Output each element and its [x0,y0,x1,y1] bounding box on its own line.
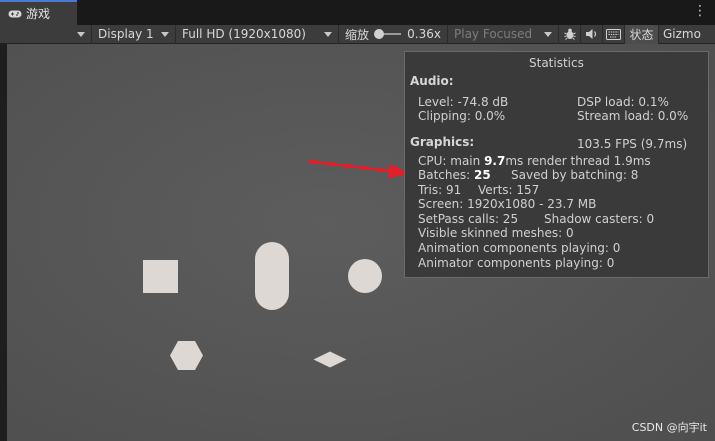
capsule-shape [255,242,289,310]
chevron-down-icon [544,31,552,37]
square-shape [143,260,178,293]
gamepad-icon [8,10,22,17]
scale-label: 缩放 [345,27,370,42]
stream-load: Stream load: 0.0% [577,109,689,123]
graphics-heading: Graphics: [410,135,475,149]
scale-value: 0.36x [407,27,441,41]
game-toolbar: Display 1 Full HD (1920x1080) 缩放 0.36x P… [0,24,715,44]
batches-stat: Batches: 25 [418,168,491,182]
speaker-icon [585,29,596,39]
resolution-dropdown[interactable]: Full HD (1920x1080) [176,24,339,44]
skinned-meshes: Visible skinned meshes: 0 [418,226,574,240]
scale-slider[interactable]: 缩放 0.36x [339,24,448,44]
audio-heading: Audio: [410,74,454,88]
fps-readout: 103.5 FPS (9.7ms) [577,137,688,151]
resolution-label: Full HD (1920x1080) [182,27,306,41]
mute-audio-button[interactable] [581,24,603,44]
cpu-prefix: CPU: main [418,154,485,168]
gizmos-dropdown[interactable]: Gizmo [659,25,705,44]
csdn-watermark: CSDN @向宇it [631,421,707,434]
statistics-panel: Statistics Audio: Level: -74.8 dB Clippi… [404,51,709,278]
batches-value: 25 [474,168,491,182]
shadow-casters: Shadow casters: 0 [544,212,655,226]
display-label: Display 1 [98,27,154,41]
hexagon-shape [170,341,203,370]
animation-components: Animation components playing: 0 [418,241,621,255]
keyboard-icon [606,28,621,40]
red-arrow-annotation [307,159,409,178]
tab-bar: 游戏 ⋮ [0,0,715,25]
stats-toggle-button[interactable]: 状态 [625,24,659,44]
play-mode-dropdown[interactable]: Play Focused [448,24,559,44]
gizmos-label: Gizmo [663,27,701,41]
cpu-main-value: 9.7 [484,154,506,168]
circle-shape [348,259,382,293]
animator-components: Animator components playing: 0 [418,256,615,270]
bug-button[interactable] [559,24,581,44]
dsp-load: DSP load: 0.1% [577,95,669,109]
game-view-dropdown[interactable] [0,24,92,44]
more-options-icon[interactable]: ⋮ [693,4,707,18]
chevron-down-icon [324,31,332,37]
audio-clipping: Clipping: 0.0% [418,109,506,123]
display-dropdown[interactable]: Display 1 [92,24,176,44]
scale-slider-handle[interactable] [374,29,385,39]
tab-game[interactable]: 游戏 [0,0,77,25]
bug-icon [563,28,576,40]
stats-toggle-label: 状态 [629,27,654,42]
statistics-title: Statistics [529,56,584,70]
diamond-shape [313,351,347,368]
audio-level: Level: -74.8 dB [418,95,509,109]
tab-label: 游戏 [26,7,51,21]
keyboard-shortcuts-button[interactable] [603,24,625,44]
screen-stat: Screen: 1920x1080 - 23.7 MB [418,197,597,211]
chevron-down-icon [77,31,85,37]
batches-prefix: Batches: [418,168,474,182]
tris-count: Tris: 91 [418,183,462,197]
verts-count: Verts: 157 [478,183,540,197]
cpu-suffix: ms render thread 1.9ms [505,154,651,168]
chevron-down-icon [161,31,169,37]
scale-slider-track[interactable] [374,29,402,39]
play-mode-label: Play Focused [454,27,533,41]
cpu-stats: CPU: main 9.7ms render thread 1.9ms [418,154,651,168]
setpass-calls: SetPass calls: 25 [418,212,519,226]
saved-by-batching: Saved by batching: 8 [511,168,639,182]
